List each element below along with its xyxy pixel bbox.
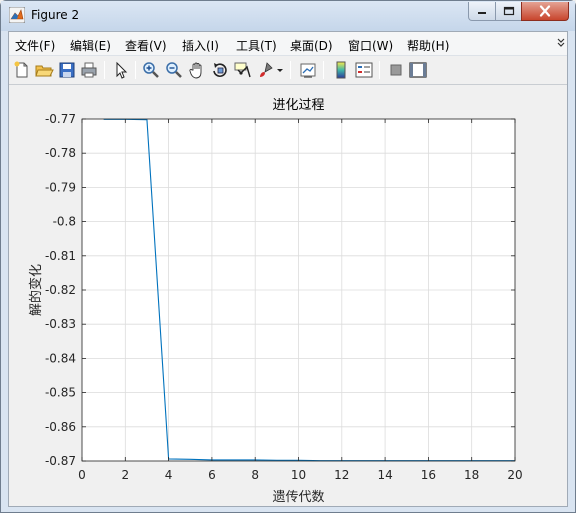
x-tick-label: 16 (421, 468, 436, 482)
y-tick-label: -0.83 (45, 317, 76, 331)
figure-client-area: 文件(F) 编辑(E) 查看(V) 插入(I) 工具(T) 桌面(D) 窗口(W… (8, 31, 568, 507)
figure-window: Figure 2 文件(F) 编辑(E) 查看(V) 插入(I) 工具(T) 桌… (0, 0, 576, 513)
x-tick-label: 6 (208, 468, 216, 482)
y-tick-label: -0.84 (45, 351, 76, 365)
close-icon (539, 5, 551, 17)
data-cursor-icon[interactable] (233, 60, 253, 80)
menu-file[interactable]: 文件(F) (15, 37, 55, 54)
x-tick-label: 20 (507, 468, 522, 482)
pan-hand-icon[interactable] (187, 60, 207, 80)
maximize-icon (503, 6, 514, 16)
toolbar-separator (323, 61, 324, 79)
menu-view[interactable]: 查看(V) (125, 37, 167, 54)
y-tick-label: -0.8 (53, 215, 76, 229)
hide-plot-tools-icon[interactable] (386, 60, 406, 80)
menu-bar: 文件(F) 编辑(E) 查看(V) 插入(I) 工具(T) 桌面(D) 窗口(W… (9, 32, 567, 56)
pointer-icon[interactable] (111, 60, 131, 80)
x-tick-label: 18 (464, 468, 479, 482)
x-tick-label: 0 (78, 468, 86, 482)
y-axis-label: 解的变化 (28, 264, 44, 316)
y-tick-label: -0.82 (45, 283, 76, 297)
y-tick-label: -0.77 (45, 112, 76, 126)
brush-icon[interactable] (256, 60, 276, 80)
close-button[interactable] (521, 2, 569, 21)
minimize-button[interactable] (468, 2, 496, 21)
x-axis-label: 遗传代数 (272, 490, 324, 505)
y-tick-label: -0.79 (45, 180, 76, 194)
colorbar-icon[interactable] (331, 60, 351, 80)
print-icon[interactable] (79, 60, 99, 80)
line-chart[interactable]: 0 2 4 6 8 10 12 14 16 18 20 -0.77 -0.78 -0.79 -0.8 -0.8… (9, 86, 567, 506)
save-icon[interactable] (57, 60, 77, 80)
y-tick-label: -0.81 (45, 249, 76, 263)
minimize-icon (478, 12, 486, 14)
toolbar-separator (104, 61, 105, 79)
window-title: Figure 2 (31, 8, 80, 22)
figure-canvas[interactable]: 0 2 4 6 8 10 12 14 16 18 20 -0.77 -0.78 -0.79 -0.8 -0.8… (9, 86, 567, 506)
matlab-logo-icon (9, 7, 25, 23)
menu-desktop[interactable]: 桌面(D) (290, 37, 333, 54)
menu-insert[interactable]: 插入(I) (182, 37, 219, 54)
y-tick-label: -0.87 (45, 454, 76, 468)
y-tick-label: -0.85 (45, 386, 76, 400)
figure-toolbar (9, 57, 567, 85)
new-figure-icon[interactable] (12, 60, 32, 80)
y-tick-label: -0.78 (45, 146, 76, 160)
menu-edit[interactable]: 编辑(E) (70, 37, 111, 54)
brush-dropdown-icon[interactable] (275, 60, 285, 80)
show-plot-tools-icon[interactable] (408, 60, 428, 80)
menu-help[interactable]: 帮助(H) (407, 37, 449, 54)
toolbar-separator (290, 61, 291, 79)
x-tick-label: 8 (251, 468, 259, 482)
rotate-3d-icon[interactable] (210, 60, 230, 80)
x-tick-label: 4 (165, 468, 173, 482)
menu-tools[interactable]: 工具(T) (236, 37, 277, 54)
double-chevron-icon[interactable] (557, 38, 565, 48)
zoom-in-icon[interactable] (141, 60, 161, 80)
chart-title: 进化过程 (272, 98, 324, 113)
menu-window[interactable]: 窗口(W) (348, 37, 393, 54)
title-bar[interactable]: Figure 2 (1, 1, 575, 31)
y-tick-label: -0.86 (45, 420, 76, 434)
x-tick-label: 12 (334, 468, 349, 482)
x-tick-label: 2 (121, 468, 129, 482)
link-plot-icon[interactable] (298, 60, 318, 80)
x-tick-label: 10 (291, 468, 306, 482)
legend-icon[interactable] (354, 60, 374, 80)
toolbar-separator (379, 61, 380, 79)
maximize-button[interactable] (495, 2, 522, 21)
open-folder-icon[interactable] (34, 60, 54, 80)
zoom-out-icon[interactable] (164, 60, 184, 80)
x-tick-label: 14 (377, 468, 392, 482)
toolbar-separator (135, 61, 136, 79)
